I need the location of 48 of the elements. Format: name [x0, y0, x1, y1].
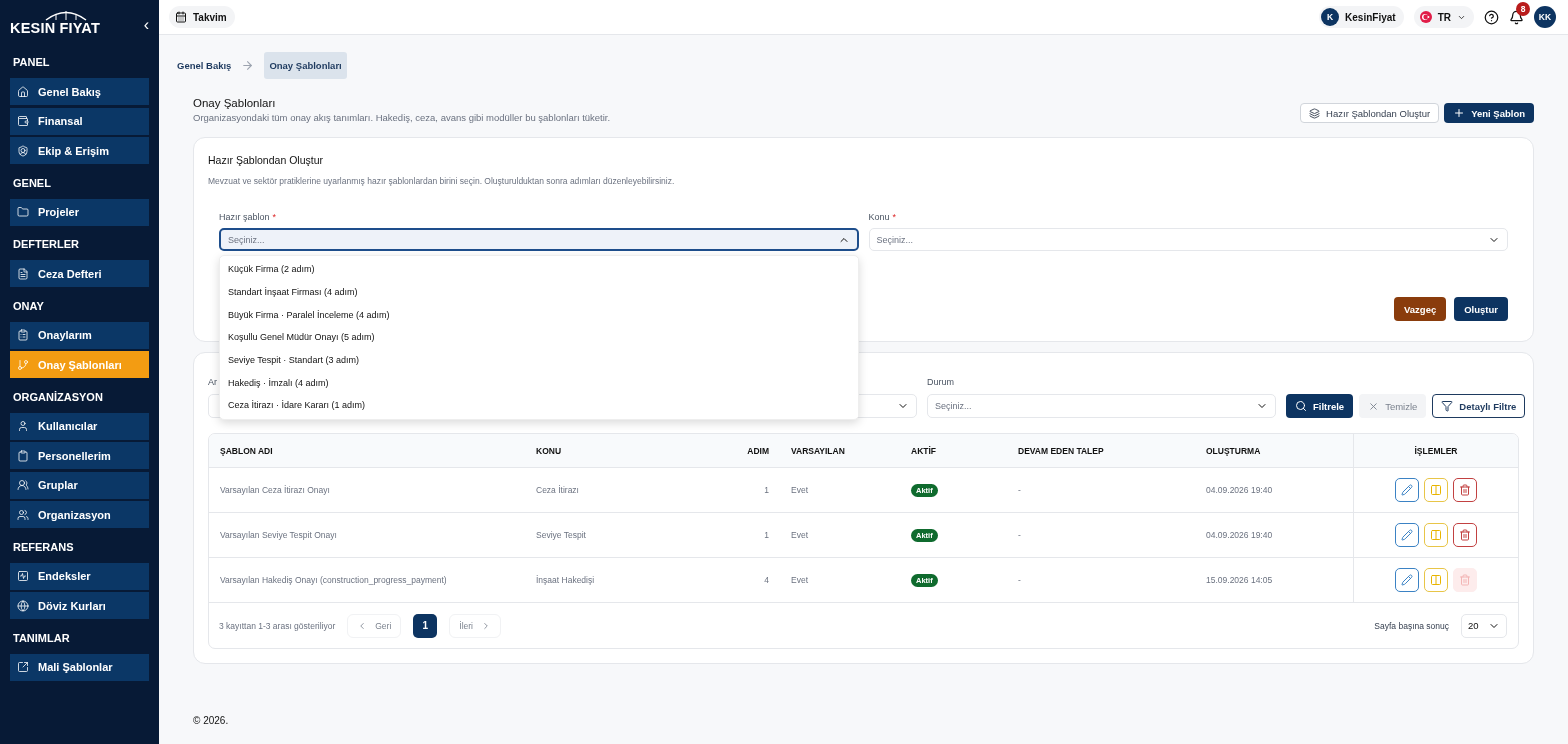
- table-cell-text: Varsayılan Hakediş Onayı (construction_progress_payment): [219, 574, 448, 587]
- section-title: PANEL: [12, 55, 51, 70]
- field-label: Konu: [868, 212, 890, 222]
- table-cell-text: 1: [763, 529, 770, 542]
- column-header: İŞLEMLER: [1353, 434, 1518, 467]
- pagination-summary: 3 kayıttan 1-3 arası gösteriliyor: [219, 620, 336, 631]
- section-title: GENEL: [12, 175, 52, 191]
- table-cell-text: -: [1017, 574, 1022, 587]
- table-cell-text: 04.09.2026 19:40: [1205, 484, 1274, 497]
- panel-description: Mevzuat ve sektör pratiklerine uyarlanmış hazır şablonlardan birini seçin. Oluşturulduktan sonra adımları düzenleyebilirsiniz.: [208, 176, 676, 186]
- field-label: Durum: [927, 377, 954, 388]
- page-description: Organizasyondaki tüm onay akış tanımları. Hakediş, ceza, avans gibi modüller bu şablonları tüketir.: [193, 112, 611, 123]
- column-header: OLUŞTURMA: [1205, 444, 1262, 458]
- column-header: ŞABLON ADI: [219, 444, 274, 458]
- section-title: TANIMLAR: [12, 630, 71, 646]
- table-cell-text: 15.09.2026 14:05: [1205, 574, 1274, 587]
- page-size-label: Sayfa başına sonuç: [1374, 620, 1449, 631]
- table-cell-text: Seviye Tespit: [535, 529, 587, 542]
- table-cell-text: -: [1017, 484, 1022, 497]
- table-cell-text: Evet: [790, 484, 809, 497]
- column-header: AKTİF: [910, 444, 938, 458]
- field-label: Ar: [208, 377, 217, 388]
- logo: KESIN FIYAT: [10, 14, 101, 36]
- section-title: DEFTERLER: [12, 237, 80, 252]
- table-cell-text: Ceza İtirazı: [535, 484, 580, 497]
- required-mark: *: [892, 212, 897, 222]
- required-mark: *: [272, 212, 277, 222]
- footer-text: © 2026.: [193, 715, 230, 728]
- field-label: Hazır şablon: [219, 212, 270, 222]
- column-header: KONU: [535, 444, 563, 458]
- table-cell-text: Varsayılan Seviye Tespit Onayı: [219, 529, 338, 542]
- table-cell-text: 4: [763, 574, 770, 587]
- page-title: Onay Şablonları: [193, 97, 277, 109]
- table-cell-text: İnşaat Hakedişi: [535, 574, 596, 587]
- section-title: REFERANS: [12, 539, 75, 555]
- table-cell-text: -: [1017, 529, 1022, 542]
- table-cell-text: Evet: [790, 529, 809, 542]
- table-cell-text: 04.09.2026 19:40: [1205, 529, 1274, 542]
- panel-title: Hazır Şablondan Oluştur: [208, 154, 324, 166]
- section-title: ORGANİZASYON: [12, 389, 104, 405]
- table-cell-text: Evet: [790, 574, 809, 587]
- column-header: ADIM: [746, 444, 770, 458]
- table-cell-text: 1: [763, 484, 770, 497]
- column-header: DEVAM EDEN TALEP: [1017, 444, 1105, 458]
- notification-badge: 8: [1516, 1, 1530, 16]
- table-cell-text: Varsayılan Ceza İtirazı Onayı: [219, 484, 331, 497]
- column-header: VARSAYILAN: [790, 444, 846, 458]
- section-title: ONAY: [12, 298, 45, 314]
